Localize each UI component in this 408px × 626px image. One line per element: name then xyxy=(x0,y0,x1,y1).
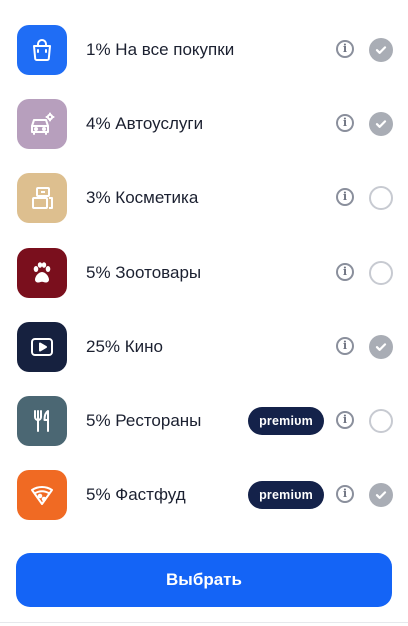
info-icon[interactable]: i xyxy=(336,485,354,504)
category-label: 5% Фастфуд xyxy=(86,485,186,505)
checkbox-checked-icon[interactable] xyxy=(369,112,393,137)
play-screen-icon xyxy=(17,321,67,372)
info-icon[interactable]: i xyxy=(336,262,354,281)
category-row[interactable]: 4% Автоуслуги i xyxy=(0,99,408,173)
category-row[interactable]: 5% Фастфуд premiυm i xyxy=(0,470,408,544)
info-icon[interactable]: i xyxy=(336,114,354,133)
category-row[interactable]: 25% Кино i xyxy=(0,321,408,396)
bottom-divider xyxy=(0,622,408,623)
fork-knife-icon xyxy=(17,396,67,446)
category-label: 4% Автоуслуги xyxy=(86,114,204,134)
checkbox-checked-icon[interactable] xyxy=(369,334,393,359)
category-row[interactable]: 5% Зоотовары i xyxy=(0,247,408,322)
category-label: 1% На все покупки xyxy=(86,40,235,59)
info-icon[interactable]: i xyxy=(336,336,354,355)
info-icon[interactable]: i xyxy=(336,40,354,58)
category-label: 25% Кино xyxy=(86,336,163,356)
premium-badge: premiυm xyxy=(248,407,324,435)
category-label: 5% Рестораны xyxy=(86,411,202,430)
category-row[interactable]: 3% Косметика i xyxy=(0,173,408,247)
category-label: 5% Зоотовары xyxy=(86,262,202,282)
checkbox-unchecked-icon[interactable] xyxy=(369,409,393,433)
select-button[interactable]: Выбрать xyxy=(16,553,392,607)
paw-icon xyxy=(17,247,67,298)
shopping-bag-icon xyxy=(17,25,67,75)
premium-badge: premiυm xyxy=(248,481,324,510)
car-service-icon xyxy=(17,99,67,150)
category-row[interactable]: 1% На все покупки i xyxy=(0,25,408,99)
checkbox-checked-icon[interactable] xyxy=(369,483,393,508)
cosmetics-icon xyxy=(17,173,67,224)
checkbox-unchecked-icon[interactable] xyxy=(369,260,393,285)
category-row[interactable]: 5% Рестораны premiυm i xyxy=(0,396,408,470)
checkbox-unchecked-icon[interactable] xyxy=(369,186,393,211)
info-icon[interactable]: i xyxy=(336,411,354,429)
category-label: 3% Косметика xyxy=(86,188,199,208)
pizza-icon xyxy=(17,470,67,521)
checkbox-checked-icon[interactable] xyxy=(369,38,393,62)
info-icon[interactable]: i xyxy=(336,188,354,207)
